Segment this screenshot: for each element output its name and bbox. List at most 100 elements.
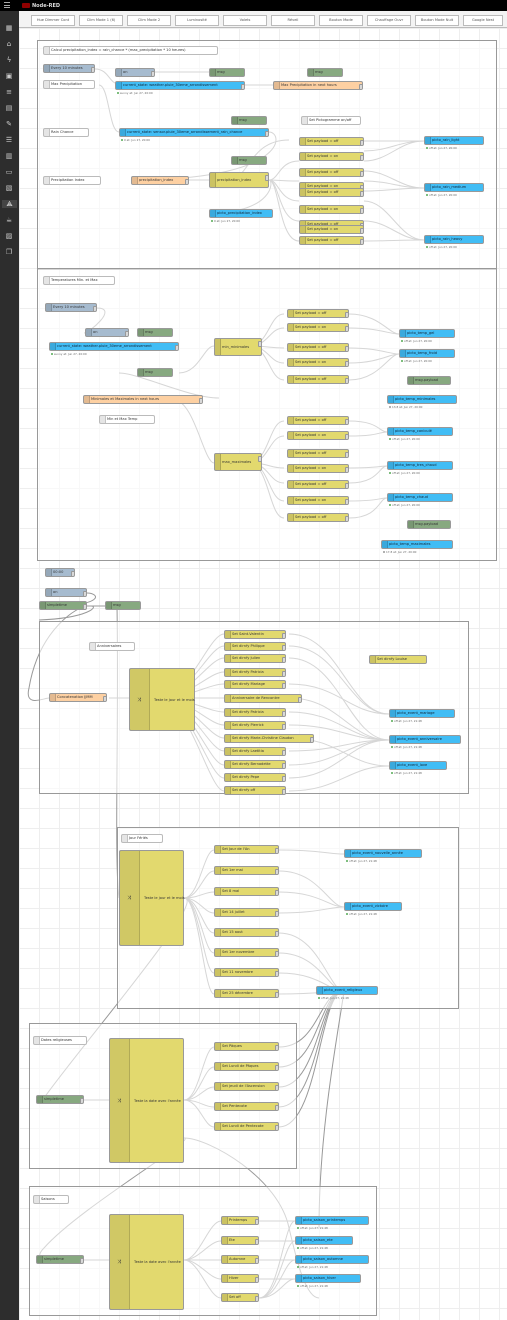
ha-picto-event-victoire[interactable]: picto_event_victoire [344,902,402,911]
debug-msg-3[interactable]: msg [231,116,267,125]
ha-picto-precip-index[interactable]: picto_precipitation_index [209,209,273,218]
change-15-aout[interactable]: Set 15 aout [214,928,279,937]
comment-anniversaires[interactable]: Anniversaires [89,642,135,651]
change-set-payload-off[interactable]: Set payload = off [287,375,349,384]
flow-icon[interactable]: ⟁ [2,200,17,208]
comment-calcul[interactable]: Calcul precipitation_index = rain_chance… [43,46,218,55]
change-anniversaire-rencontre[interactable]: Anniversaire de Rencontre [224,694,302,703]
switch-min-minimales[interactable]: min_minimales [214,338,262,356]
inject-on[interactable]: on [115,68,155,77]
change-set-payload-on[interactable]: Set payload = on [287,464,349,473]
cup-icon[interactable]: ☕ [5,216,13,224]
change-patricia[interactable]: Set dirnfy Patricia [224,668,286,677]
ha-picto-rain-medium[interactable]: picto_rain_medium [424,183,484,192]
ha-current-state-weather[interactable]: current_state: weather.pluie_30eme_arron… [115,81,245,90]
ha-picto-saison-ete[interactable]: picto_saison_ete [295,1236,353,1245]
comment-dates-religieuses[interactable]: Dates religieuses [33,1036,87,1045]
tab-luminosite[interactable]: Luminosité [175,15,219,26]
debug-toggle[interactable] [450,522,451,528]
box-icon[interactable]: ▤ [5,104,13,112]
change-set-payload-off[interactable]: Set payload = off [287,343,349,352]
switch-jour-mois[interactable]: ⤨ Teste le jour et le mois [119,850,185,946]
change-off[interactable]: Set dirnfy off [224,786,286,795]
comment-set-picto[interactable]: Set Pictogramme on/off [301,116,361,125]
change-set-payload-off[interactable]: Set payload = off [287,480,349,489]
wrench-icon[interactable]: ✎ [5,120,13,128]
simpletime-node[interactable]: simpletime [39,601,87,610]
debug-toggle[interactable] [266,118,267,124]
ha-picto-temp-maximales[interactable]: picto_temp_maximales [381,540,453,549]
change-set-payload-off[interactable]: Set payload = off [299,168,364,177]
debug-toggle[interactable] [266,158,267,164]
debug-msg-1[interactable]: msg [209,68,245,77]
tab-bouton-mode[interactable]: Bouton Mode [319,15,363,26]
change-set-payload-off[interactable]: Set payload = off [287,309,349,318]
ha-picto-rain-light[interactable]: picto_rain_light [424,136,484,145]
change-11-novembre[interactable]: Set 11 novembre [214,968,279,977]
change-set-payload-off[interactable]: Set payload = off [287,416,349,425]
image-icon[interactable]: ▨ [5,232,13,240]
change-ascension[interactable]: Set jeudi de l'Ascension [214,1082,279,1091]
change-8-mai[interactable]: Set 8 mai [214,887,279,896]
change-bernadette[interactable]: Set dirnfy Bernadette [224,760,286,769]
ha-picto-rain-heavy[interactable]: picto_rain_heavy [424,235,484,244]
debug-msg-2[interactable]: msg [137,368,173,377]
flow-canvas[interactable]: Calcul precipitation_index = rain_chance… [19,28,507,1320]
change-pentecote[interactable]: Set Pentecote [214,1102,279,1111]
debug-toggle[interactable] [244,70,245,76]
debug-msg-2[interactable]: msg [307,68,343,77]
change-set-payload-off[interactable]: Set payload = off [299,188,364,197]
change-pepe[interactable]: Set dirnfy Pepe [224,773,286,782]
change-set-payload-on[interactable]: Set payload = on [299,205,364,214]
change-set-payload-on[interactable]: Set payload = on [287,358,349,367]
change-set-payload-off[interactable]: Set payload = off [287,513,349,522]
change-14-juillet[interactable]: Set 14 juillet [214,908,279,917]
comment-temperatures[interactable]: Temperatures Min. et Max [43,276,115,285]
chart-icon[interactable]: ▧ [5,184,13,192]
function-max-precip[interactable]: Max Precipitation in next hours [273,81,363,90]
comment-max-precip[interactable]: Max Precipitation [43,80,95,89]
simpletime-node[interactable]: simpletime [36,1095,84,1104]
ha-picto-temp-minimales[interactable]: picto_temp_minimales [387,395,457,404]
change-set-payload-off[interactable]: Set payload = off [287,449,349,458]
clipboard-icon[interactable]: ☰ [5,136,13,144]
home-icon[interactable]: ⌂ [5,40,13,48]
ha-picto-event-love[interactable]: picto_event_love [389,761,447,770]
change-paques[interactable]: Set Pâques [214,1042,279,1051]
comment-precip-index[interactable]: Precipitation Index [43,176,101,185]
inject-every-10-min[interactable]: Every 10 minutes [43,64,95,73]
change-laetitia[interactable]: Set dirnfy Laetitia [224,747,286,756]
ha-picto-event-religieux[interactable]: picto_event_religieux [316,986,378,995]
ha-picto-saison-printemps[interactable]: picto_saison_printemps [295,1216,369,1225]
debug-toggle[interactable] [172,370,173,376]
change-marie-christine[interactable]: Set dirnfy Marie-Christine Claudon [224,734,314,743]
debug-msg-payload-2[interactable]: msg.payload [407,520,451,529]
change-set-payload-off[interactable]: Set payload = off [299,236,364,245]
change-julien[interactable]: Set dirnfy Julien [224,654,286,663]
switch-max-maximales[interactable]: max_maximales [214,453,262,471]
change-philippe[interactable]: Set dirnfy Philippe [224,642,286,651]
change-louise[interactable]: Set dirnfy Louise [369,655,427,664]
window-icon[interactable]: ▭ [5,168,13,176]
change-pierrick[interactable]: Set dirnfy Pierrick [224,721,286,730]
hamburger-menu-icon[interactable] [4,2,10,8]
change-lundi-pentecote[interactable]: Set Lundi de Pentecote [214,1122,279,1131]
debug-msg[interactable]: msg [105,601,141,610]
change-mariage[interactable]: Set dirnfy Mariage [224,680,286,689]
inject-time[interactable]: 00:00 [45,568,75,577]
change-set-payload-on[interactable]: Set payload = on [299,225,364,234]
ha-picto-event-nouvelle-annee[interactable]: picto_event_nouvelle_année [344,849,422,858]
ha-picto-saison-hiver[interactable]: picto_saison_hiver [295,1274,361,1283]
change-saint-valentin[interactable]: Set Saint-Valentin [224,630,286,639]
tab-clim-mode-1[interactable]: Clim Mode 1 (6) [79,15,123,26]
change-1er-mai[interactable]: Set 1er mai [214,866,279,875]
change-lundi-paques[interactable]: Set Lundi de Pâques [214,1062,279,1071]
change-25-decembre[interactable]: Set 25 décembre [214,989,279,998]
simpletime-node[interactable]: simpletime [36,1255,84,1264]
inject-on[interactable]: on [85,328,129,337]
tab-clim-mode-2[interactable]: Clim Mode 2 [127,15,171,26]
ha-picto-temp-canicule[interactable]: picto_temp_caniculé [387,427,453,436]
ha-picto-temp-chaud[interactable]: picto_temp_chaud [387,493,453,502]
device-icon[interactable]: ▣ [5,72,13,80]
inject-on[interactable]: on [45,588,87,597]
